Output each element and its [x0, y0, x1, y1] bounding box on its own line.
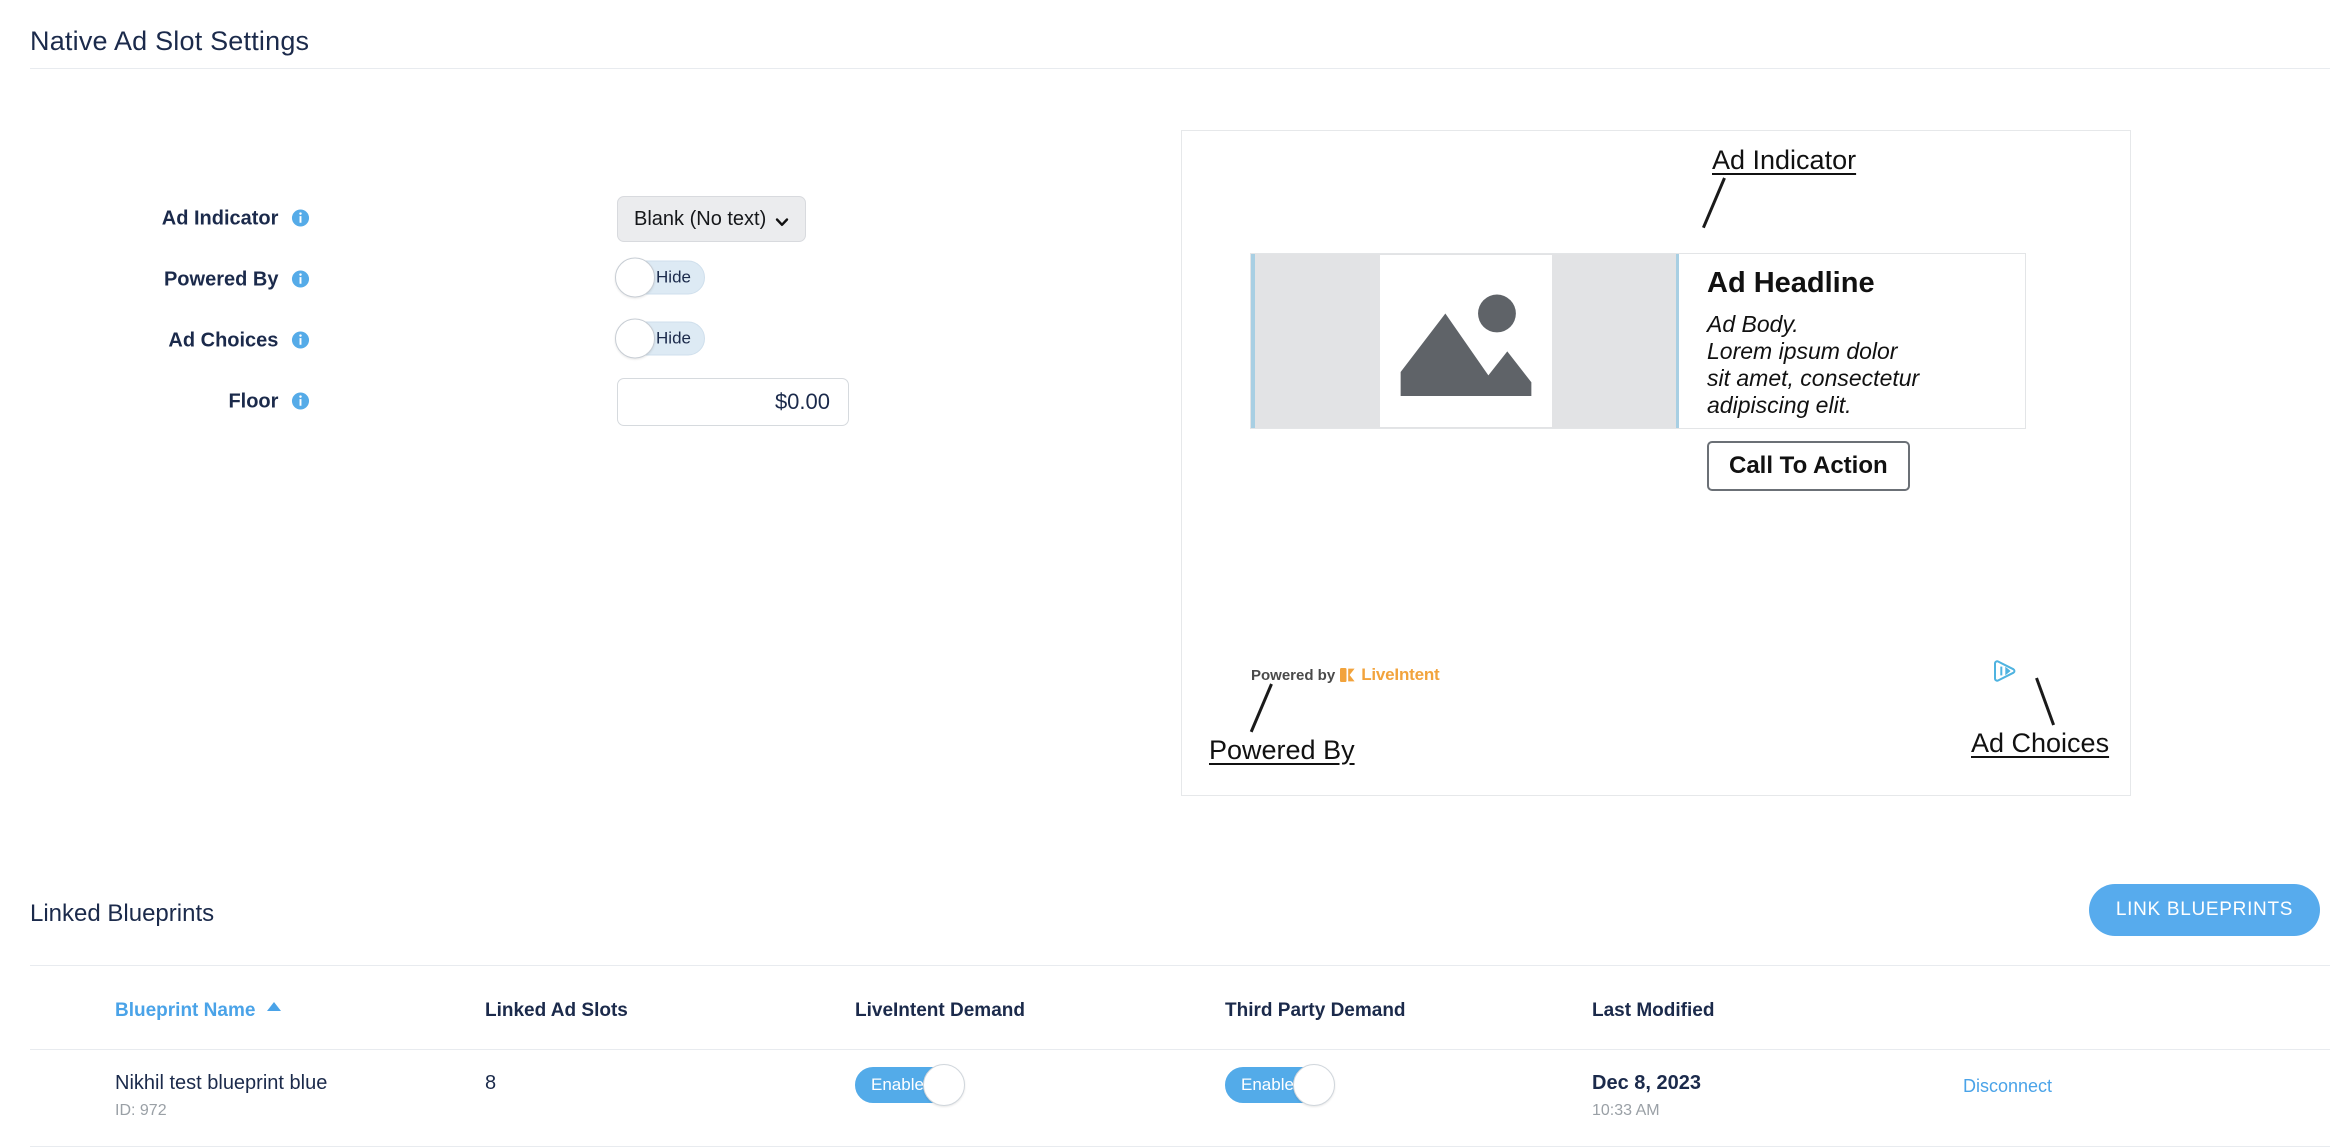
toggle-knob	[923, 1064, 965, 1106]
ad-body-line: sit amet, consectetur	[1707, 365, 1920, 392]
linked-blueprints-title: Linked Blueprints	[30, 900, 215, 927]
liveintent-brand-name: LiveIntent	[1361, 665, 1440, 684]
link-blueprints-button[interactable]: LINK BLUEPRINTS	[2089, 884, 2320, 936]
liveintent-logo-icon	[1340, 667, 1356, 683]
annotation-ad-indicator: Ad Indicator	[1712, 145, 1857, 175]
blueprint-name: Nikhil test blueprint blue	[115, 1072, 328, 1094]
native-ad-slot-settings-page: Native Ad Slot Settings Ad Indicator Bla…	[0, 0, 2350, 1148]
column-header-blueprint-name[interactable]: Blueprint Name	[115, 1000, 281, 1022]
ad-creative-card: Ad Headline Ad Body. Lorem ipsum dolor s…	[1250, 253, 2026, 492]
label-floor-text: Floor	[228, 390, 279, 413]
label-ad-indicator-text: Ad Indicator	[161, 207, 279, 230]
ad-choices-control: Hide	[615, 318, 705, 361]
toggle-knob	[615, 318, 655, 359]
info-icon[interactable]	[291, 270, 310, 289]
info-icon[interactable]	[291, 209, 310, 228]
powered-by-toggle[interactable]: Hide	[615, 257, 705, 298]
blueprint-id: ID: 972	[115, 1102, 167, 1119]
annotation-ad-choices: Ad Choices	[1971, 728, 2110, 758]
label-ad-indicator: Ad Indicator	[162, 208, 310, 231]
ad-indicator-select-value: Blank (No text)	[634, 207, 767, 230]
toggle-knob	[615, 257, 655, 298]
info-icon[interactable]	[291, 392, 310, 411]
page-title: Native Ad Slot Settings	[30, 26, 310, 56]
ad-headline: Ad Headline	[1707, 267, 1875, 299]
image-placeholder-icon	[1379, 255, 1552, 427]
cell-blueprint-name: Nikhil test blueprint blue ID: 972	[115, 1072, 327, 1120]
chevron-down-icon	[775, 212, 789, 226]
last-modified-time: 10:33 AM	[1592, 1102, 1660, 1119]
ad-choices-toggle-label: Hide	[656, 328, 691, 348]
cell-liveintent-demand: Enabled	[855, 1064, 965, 1108]
call-to-action-button[interactable]: Call To Action	[1707, 441, 1910, 492]
liveintent-demand-toggle[interactable]: Enabled	[855, 1064, 965, 1106]
column-header-third-party-demand[interactable]: Third Party Demand	[1225, 1000, 1406, 1022]
ad-body-line: adipiscing elit.	[1707, 392, 1852, 419]
column-header-liveintent-demand[interactable]: LiveIntent Demand	[855, 1000, 1025, 1022]
floor-input[interactable]	[617, 378, 849, 426]
ad-body-line: Ad Body.	[1707, 310, 1799, 337]
powered-by-attribution: Powered by LiveIntent	[1251, 665, 1440, 685]
annotation-powered-by: Powered By	[1209, 735, 1355, 765]
form-row-powered-by: Powered By Hide	[0, 251, 1100, 309]
label-powered-by-text: Powered By	[163, 268, 279, 291]
last-modified-date: Dec 8, 2023	[1592, 1072, 1701, 1094]
powered-by-prefix: Powered by	[1251, 666, 1336, 684]
form-row-ad-choices: Ad Choices Hide	[0, 312, 1100, 370]
column-header-last-modified[interactable]: Last Modified	[1592, 1000, 1714, 1022]
cell-linked-ad-slots: 8	[485, 1072, 497, 1094]
ad-body-line: Lorem ipsum dolor	[1707, 338, 1898, 365]
floor-control	[617, 378, 849, 426]
cell-third-party-demand: Enabled	[1225, 1064, 1335, 1108]
ad-indicator-control: Blank (No text)	[617, 196, 807, 242]
info-icon[interactable]	[291, 331, 310, 350]
label-ad-choices-text: Ad Choices	[168, 329, 279, 352]
column-header-blueprint-name-text: Blueprint Name	[115, 1000, 256, 1021]
settings-form: Ad Indicator Blank (No text) Powered By	[0, 90, 1160, 790]
table-bottom-divider	[30, 1146, 2330, 1147]
table-top-divider	[30, 965, 2330, 966]
ad-image-area	[1251, 254, 1679, 428]
powered-by-control: Hide	[615, 257, 705, 300]
column-header-linked-ad-slots[interactable]: Linked Ad Slots	[485, 1000, 628, 1022]
label-floor: Floor	[228, 391, 310, 414]
ad-copy-area: Ad Headline Ad Body. Lorem ipsum dolor s…	[1679, 254, 2025, 492]
form-row-ad-indicator: Ad Indicator Blank (No text)	[0, 190, 1100, 248]
label-ad-choices: Ad Choices	[168, 330, 310, 353]
blueprints-table-header: Blueprint Name Linked Ad Slots LiveInten…	[0, 1000, 2350, 1044]
powered-by-toggle-label: Hide	[656, 267, 691, 287]
table-row: Nikhil test blueprint blue ID: 972 8 Ena…	[0, 1050, 2350, 1147]
adchoices-icon[interactable]	[1993, 660, 2017, 682]
toggle-knob	[1293, 1064, 1335, 1106]
sort-ascending-icon	[266, 1002, 281, 1011]
form-row-floor: Floor	[0, 373, 1100, 431]
ad-indicator-select[interactable]: Blank (No text)	[617, 196, 807, 242]
third-party-demand-toggle[interactable]: Enabled	[1225, 1064, 1335, 1106]
label-powered-by: Powered By	[164, 269, 310, 292]
header-divider	[30, 68, 2330, 69]
cell-last-modified: Dec 8, 2023 10:33 AM	[1592, 1072, 1701, 1120]
ad-choices-toggle[interactable]: Hide	[615, 318, 705, 359]
ad-body: Ad Body. Lorem ipsum dolor sit amet, con…	[1707, 311, 2007, 420]
disconnect-link[interactable]: Disconnect	[1963, 1076, 2052, 1097]
